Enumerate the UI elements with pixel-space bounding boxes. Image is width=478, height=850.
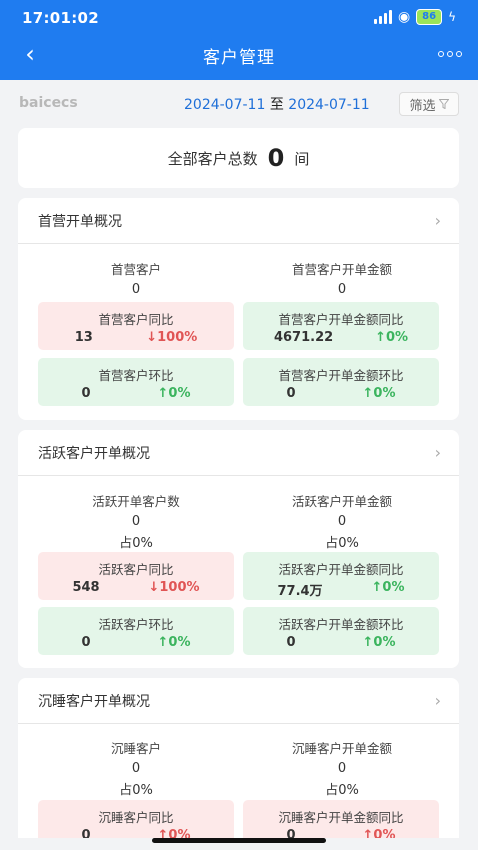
amount-yoy-box: 首营客户开单金额同比 4671.22 ↑0% [243, 302, 439, 350]
status-icons: ◉ 86 ϟ [373, 9, 456, 25]
total-count: 0 [267, 144, 285, 172]
box-label: 首营客户开单金额环比 [278, 368, 404, 383]
box-label: 活跃客户环比 [98, 617, 174, 632]
section-header[interactable]: 活跃客户开单概况 › [18, 430, 459, 476]
app-header: 17:01:02 ◉ 86 ϟ ‹ 客户管理 [0, 0, 478, 80]
start-date[interactable]: 2024-07-11 [184, 97, 265, 113]
box-value: 0 [81, 386, 91, 401]
battery-icon: 86 [416, 9, 443, 25]
stat-label: 活跃客户开单金额 [291, 494, 392, 509]
change-down: ↓100% [148, 580, 200, 595]
box-value: 0 [286, 828, 296, 838]
section-first-order: 首营开单概况 › 首营客户 0 首营客户开单金额 0 首营客户同比 13 ↓100… [18, 198, 459, 420]
stat-value: 0 [337, 761, 347, 776]
stat-percent: 占0% [325, 783, 359, 798]
change-up: ↑0% [375, 330, 409, 345]
change-value: ↑0% [362, 828, 396, 838]
amount-yoy-box: 沉睡客户开单金额同比 0 ↑0% [243, 800, 439, 838]
box-label: 首营客户开单金额同比 [278, 312, 404, 327]
total-customers-card: 全部客户总数 0 间 [18, 128, 459, 188]
stat-label: 沉睡客户开单金额 [291, 741, 392, 756]
change-up: ↑0% [157, 386, 191, 401]
amount-mom-box: 首营客户开单金额环比 0 ↑0% [243, 358, 439, 406]
box-value: 0 [81, 828, 91, 838]
box-value: 548 [72, 580, 100, 595]
charging-icon: ϟ [448, 10, 456, 24]
change-up: ↑0% [362, 635, 396, 650]
box-value: 13 [74, 330, 93, 345]
section-title: 沉睡客户开单概况 [38, 693, 150, 710]
stat-label: 首营客户开单金额 [291, 262, 392, 277]
stat-label: 活跃开单客户数 [92, 494, 180, 509]
stat-left: 活跃开单客户数 0 占0% [36, 491, 236, 551]
amount-yoy-box: 活跃客户开单金额同比 77.4万 ↑0% [243, 552, 439, 600]
brand-label: baicecs [19, 95, 78, 111]
section-title: 活跃客户开单概况 [38, 445, 150, 462]
date-range[interactable]: 2024-07-11 至 2024-07-11 [184, 94, 370, 114]
stat-label: 沉睡客户 [110, 741, 161, 756]
section-header[interactable]: 沉睡客户开单概况 › [18, 678, 459, 724]
filter-button[interactable]: 筛选 [399, 92, 459, 116]
section-dormant-customers: 沉睡客户开单概况 › 沉睡客户 0 占0% 沉睡客户开单金额 0 占0% 沉睡客… [18, 678, 459, 838]
more-options-icon[interactable] [438, 44, 462, 64]
box-label: 沉睡客户开单金额同比 [278, 810, 404, 825]
stat-value: 0 [131, 761, 141, 776]
box-value: 0 [286, 386, 296, 401]
box-value: 0 [81, 635, 91, 650]
stat-value: 0 [131, 514, 141, 529]
yoy-box: 首营客户同比 13 ↓100% [38, 302, 234, 350]
box-label: 活跃客户开单金额环比 [278, 617, 404, 632]
chevron-right-icon[interactable]: › [435, 691, 441, 710]
box-value: 77.4万 [277, 584, 323, 599]
box-label: 首营客户同比 [98, 312, 174, 327]
stat-percent: 占0% [119, 783, 153, 798]
total-unit: 间 [294, 149, 310, 168]
page-title: 客户管理 [203, 48, 275, 68]
stat-value: 0 [337, 514, 347, 529]
signal-icon [373, 10, 392, 24]
stat-right: 活跃客户开单金额 0 占0% [242, 491, 442, 551]
stat-percent: 占0% [325, 536, 359, 551]
stat-value: 0 [131, 282, 141, 297]
chevron-right-icon[interactable]: › [435, 211, 441, 230]
section-title: 首营开单概况 [38, 213, 122, 230]
change-up: ↑0% [157, 635, 191, 650]
filter-label: 筛选 [409, 98, 436, 114]
stat-left: 沉睡客户 0 占0% [36, 738, 236, 798]
stat-value: 0 [337, 282, 347, 297]
box-label: 活跃客户同比 [98, 562, 174, 577]
box-label: 沉睡客户同比 [98, 810, 174, 825]
box-label: 首营客户环比 [98, 368, 174, 383]
date-separator: 至 [269, 97, 284, 113]
stat-right: 首营客户开单金额 0 [242, 259, 442, 297]
box-value: 4671.22 [273, 330, 334, 345]
stat-percent: 占0% [119, 536, 153, 551]
yoy-box: 沉睡客户同比 0 ↑0% [38, 800, 234, 838]
mom-box: 活跃客户环比 0 ↑0% [38, 607, 234, 655]
total-label: 全部客户总数 [167, 149, 258, 168]
change-down: ↓100% [146, 330, 198, 345]
change-value: ↑0% [157, 828, 191, 838]
end-date[interactable]: 2024-07-11 [288, 97, 369, 113]
yoy-box: 活跃客户同比 548 ↓100% [38, 552, 234, 600]
status-time: 17:01:02 [22, 9, 100, 27]
change-up: ↑0% [371, 580, 405, 595]
stat-left: 首营客户 0 [36, 259, 236, 297]
chevron-right-icon[interactable]: › [435, 443, 441, 462]
stat-right: 沉睡客户开单金额 0 占0% [242, 738, 442, 798]
mom-box: 首营客户环比 0 ↑0% [38, 358, 234, 406]
box-label: 活跃客户开单金额同比 [278, 562, 404, 577]
section-header[interactable]: 首营开单概况 › [18, 198, 459, 244]
wifi-icon: ◉ [397, 9, 411, 25]
amount-mom-box: 活跃客户开单金额环比 0 ↑0% [243, 607, 439, 655]
section-active-customers: 活跃客户开单概况 › 活跃开单客户数 0 占0% 活跃客户开单金额 0 占0% … [18, 430, 459, 668]
filter-bar: baicecs 2024-07-11 至 2024-07-11 筛选 [0, 88, 478, 120]
change-up: ↑0% [362, 386, 396, 401]
stat-label: 首营客户 [110, 262, 161, 277]
funnel-icon [438, 99, 449, 109]
home-indicator[interactable] [152, 838, 326, 843]
box-value: 0 [286, 635, 296, 650]
